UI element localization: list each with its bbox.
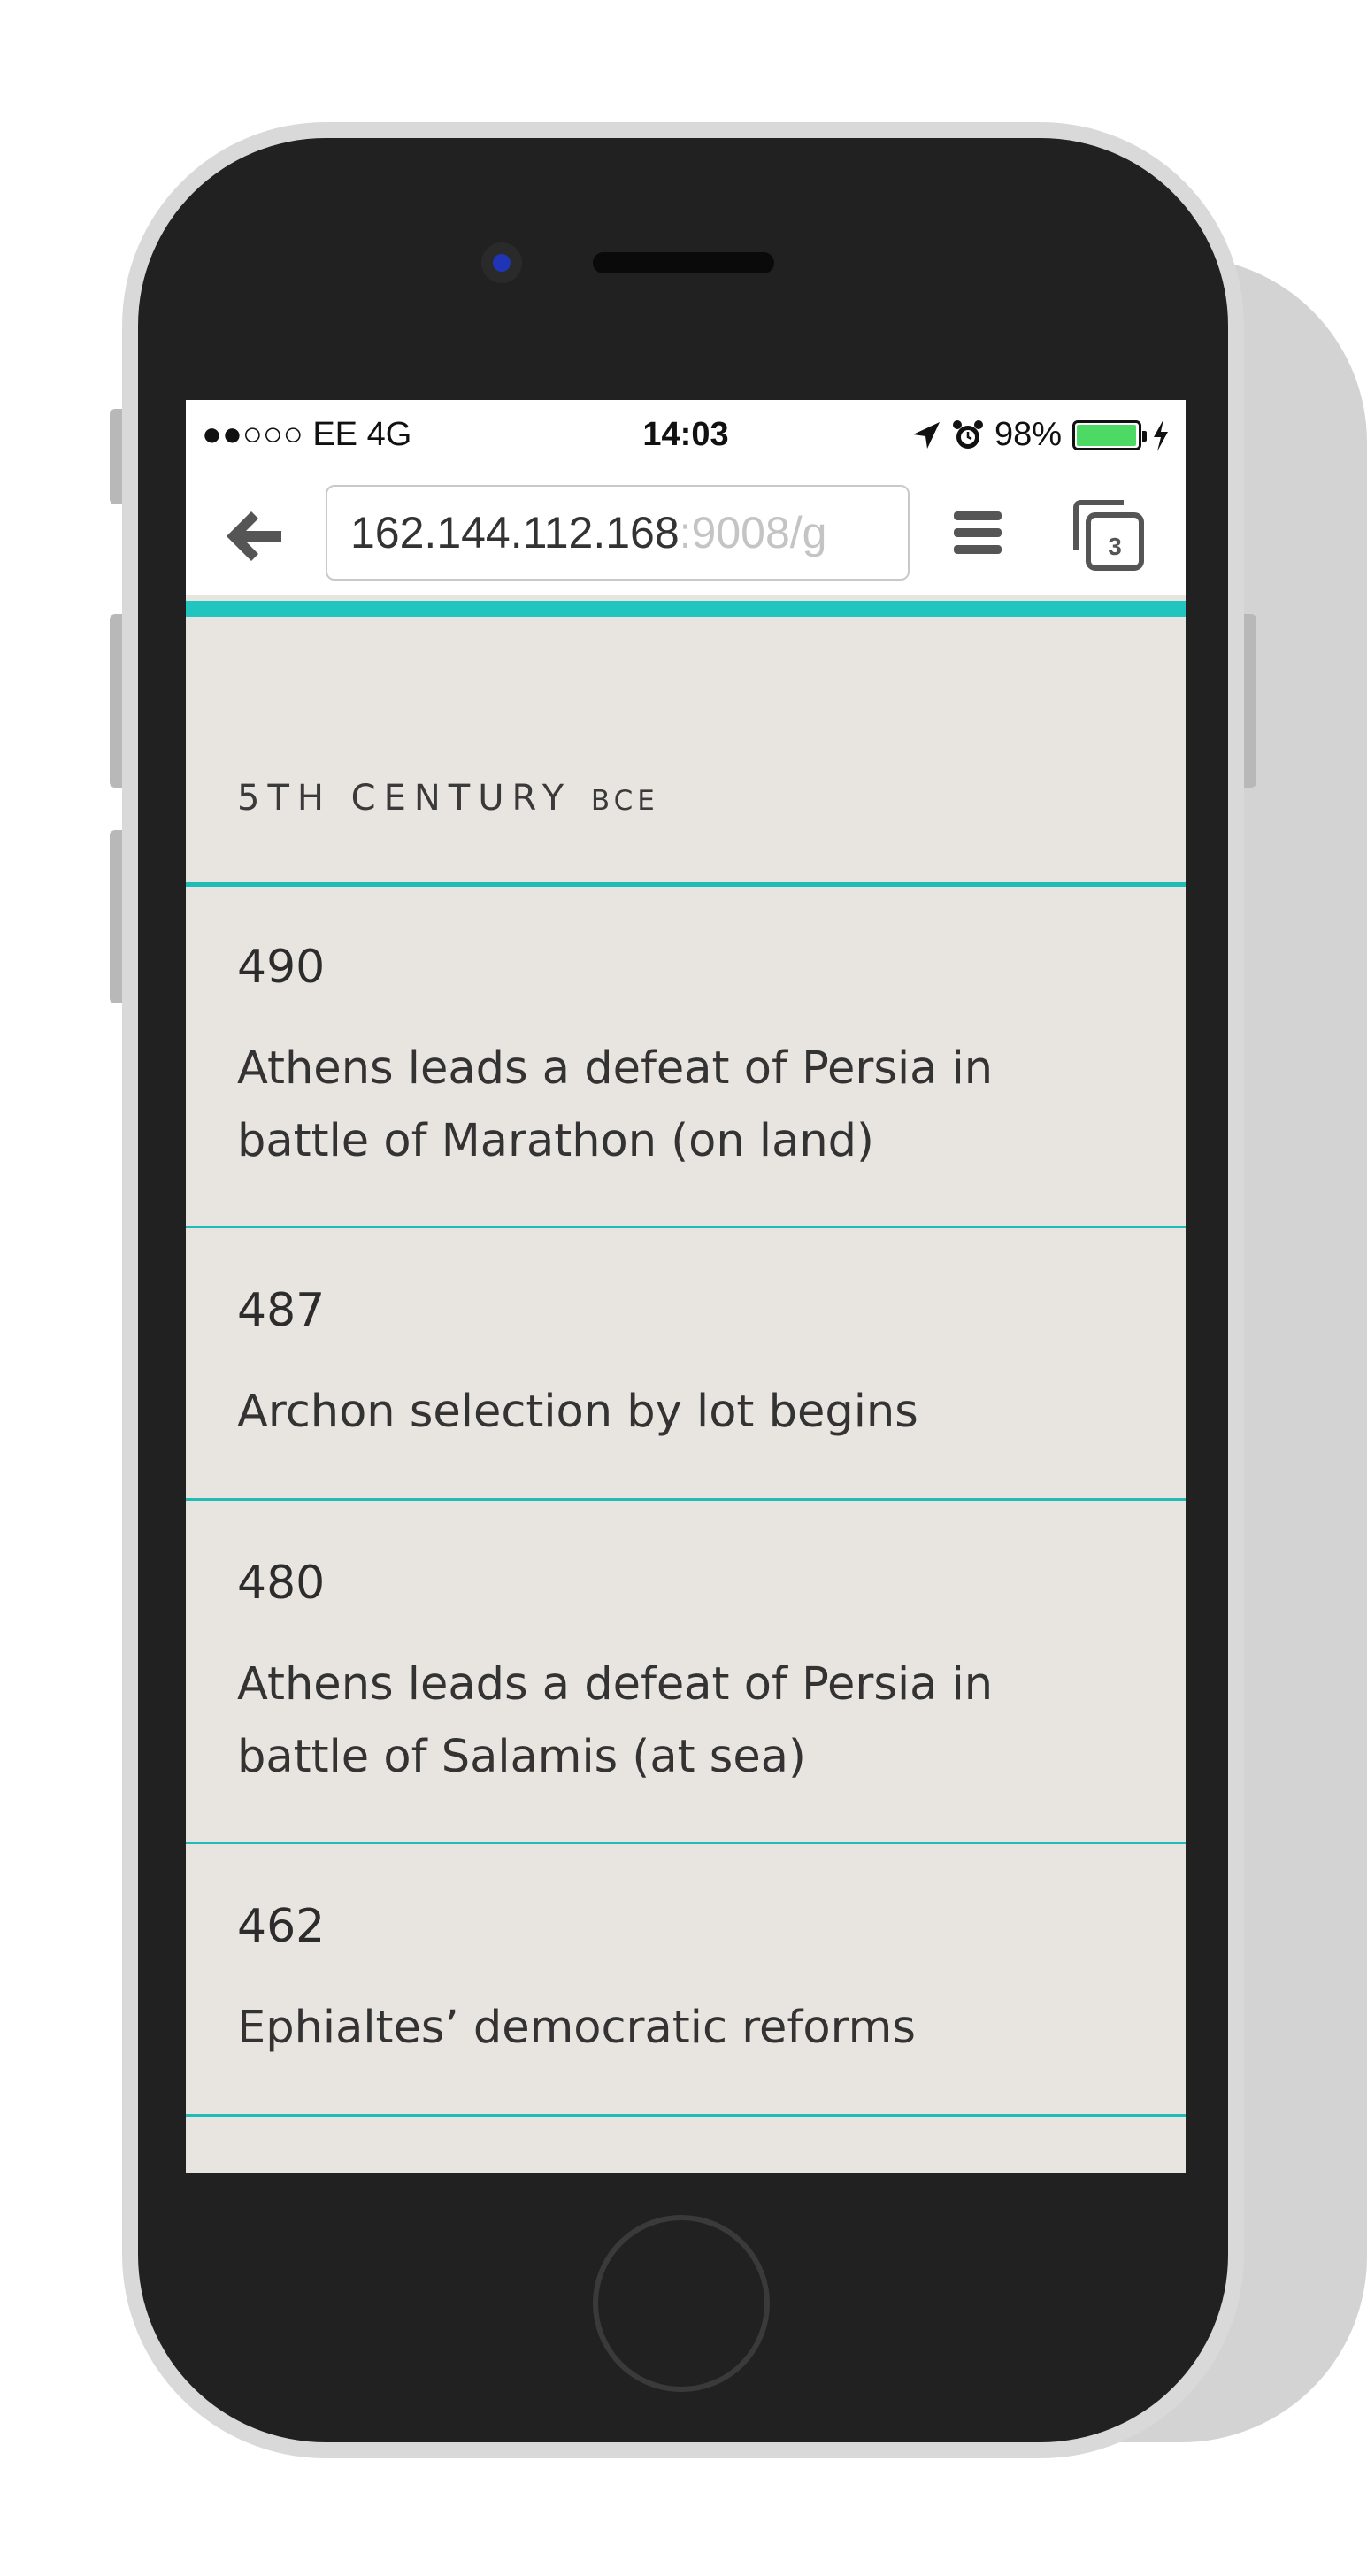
hamburger-menu-icon[interactable] <box>954 510 1002 556</box>
status-bar: ●●○○○ EE 4G 14:03 98% <box>186 400 1186 476</box>
url-field[interactable]: 162.144.112.168:9008/g <box>326 485 910 581</box>
event-year: 480 <box>237 1557 326 1610</box>
url-host: 162.144.112.168 <box>350 508 680 557</box>
century-heading-suffix: BCE <box>590 785 659 817</box>
century-heading: 5TH CENTURY BCE <box>237 778 659 819</box>
location-arrow-icon <box>912 421 940 449</box>
event-text: Archon selection by lot begins <box>237 1386 918 1438</box>
battery-fill <box>1077 424 1136 446</box>
event-divider <box>186 1842 1186 1844</box>
stage: ●●○○○ EE 4G 14:03 98% 162.144.112.168:90… <box>0 0 1367 2576</box>
browser-toolbar: 162.144.112.168:9008/g 3 <box>186 476 1186 595</box>
tabs-count: 3 <box>1108 533 1122 560</box>
status-right-group: 98% <box>911 416 1170 454</box>
event-year: 490 <box>237 941 326 994</box>
url-path: :9008/g <box>679 508 827 557</box>
century-heading-text: 5TH CENTURY <box>237 778 572 819</box>
phone-screen: ●●○○○ EE 4G 14:03 98% 162.144.112.168:90… <box>186 400 1186 2173</box>
accent-bar <box>186 601 1186 617</box>
battery-icon <box>1072 419 1147 450</box>
earpiece-speaker <box>593 252 774 273</box>
alarm-clock-icon <box>952 419 983 449</box>
event-text: Athens leads a defeat of Persia in battl… <box>237 1658 994 1783</box>
event-divider <box>186 1498 1186 1501</box>
heading-divider <box>186 882 1186 887</box>
event-year: 462 <box>237 1900 326 1953</box>
event-divider <box>186 2114 1186 2117</box>
event-year: 487 <box>237 1284 326 1337</box>
event-text: Ephialtes’ democratic reforms <box>237 2002 916 2054</box>
event-text: Athens leads a defeat of Persia in battl… <box>237 1042 994 1167</box>
battery-percent: 98% <box>994 416 1062 453</box>
lightning-bolt-icon <box>1154 419 1168 451</box>
home-button[interactable] <box>593 2215 770 2392</box>
event-divider <box>186 1226 1186 1228</box>
front-camera <box>481 242 522 283</box>
timeline-content: 5TH CENTURY BCE 490 Athens leads a defea… <box>186 617 1186 2173</box>
back-arrow-icon[interactable] <box>219 503 287 570</box>
